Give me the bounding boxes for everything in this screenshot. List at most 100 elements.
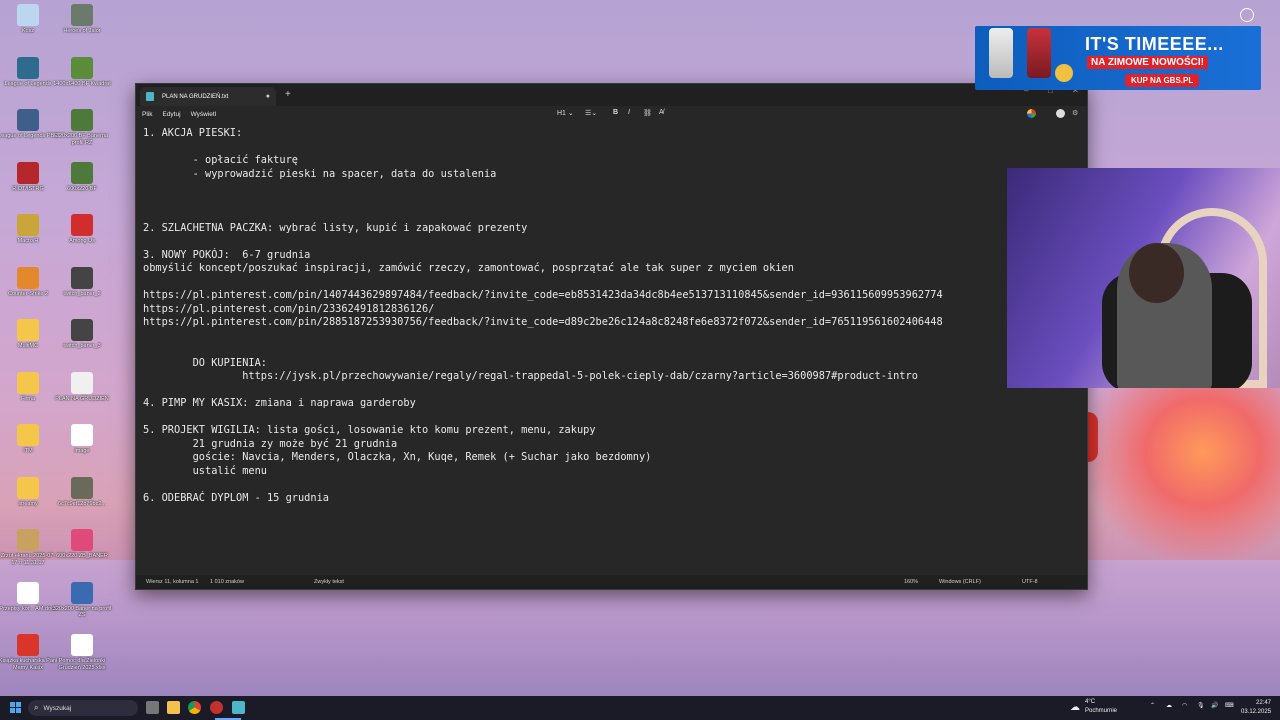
- notepad-icon: [146, 92, 154, 101]
- ad-banner: IT'S TIMEEEE... NA ZIMOWE NOWOŚCI! KUP N…: [975, 26, 1261, 90]
- mic-icon[interactable]: 🎙: [1197, 702, 1205, 709]
- search-icon: ⌕: [34, 703, 39, 712]
- webcam-person-head: [1129, 243, 1184, 303]
- wifi-icon[interactable]: ◠: [1182, 702, 1187, 709]
- desktop-icon[interactable]: streamy: [0, 476, 58, 508]
- desktop-icon[interactable]: Macro/H: [0, 214, 58, 245]
- text-editor[interactable]: 1. AKCJA PIESKI: - opłacić fakturę - wyp…: [136, 123, 1087, 575]
- clock-date[interactable]: 03.12.2025: [1241, 709, 1271, 715]
- status-format: Zwykły tekst: [314, 579, 344, 585]
- status-encoding[interactable]: UTF-8: [1022, 579, 1038, 585]
- desktop-icon-image: [71, 161, 93, 184]
- desktop-icon[interactable]: Przepisy kor... AM.docx: [0, 581, 58, 613]
- link-icon[interactable]: ⛓: [643, 109, 652, 117]
- bold-icon[interactable]: B: [613, 109, 618, 116]
- taskbar: ⌕ Wyszukaj ☁ 4°C Pochmurnie ⌃ ☁ ◠ 🎙 🔊 ⌨ …: [0, 696, 1280, 720]
- weather-desc[interactable]: Pochmurnie: [1085, 708, 1117, 714]
- desktop-icon[interactable]: twitch_baner_3: [52, 319, 112, 350]
- desktop-icon-image: [71, 319, 93, 341]
- obs-icon[interactable]: [210, 701, 223, 714]
- desktop-icon-image: [17, 161, 39, 184]
- desktop-icon[interactable]: 1400x1400 BF Kwadrat: [52, 56, 112, 88]
- settings-icon[interactable]: ⚙: [1072, 109, 1078, 117]
- desktop-icon-image: [17, 109, 39, 131]
- desktop-icon[interactable]: RIOT/ISTRG: [0, 161, 58, 193]
- overlay-icon: [1240, 8, 1254, 22]
- clock-time[interactable]: 22:47: [1256, 700, 1271, 706]
- desktop-icon[interactable]: image: [52, 424, 112, 455]
- desktop-icon-image: [71, 56, 93, 79]
- copilot-icon[interactable]: [1027, 109, 1036, 118]
- desktop-icon[interactable]: 600x220 BF: [52, 161, 112, 193]
- speaker-icon[interactable]: 🔊: [1211, 702, 1218, 709]
- clear-format-icon[interactable]: A̸: [659, 109, 664, 116]
- desktop-icon-image: [17, 319, 39, 341]
- start-button[interactable]: [10, 702, 22, 714]
- desktop-icon-label: 1400x1400 BF Kwadrat: [53, 80, 111, 87]
- desktop-icon[interactable]: MultiMC: [0, 319, 58, 350]
- product-can-icon: [989, 28, 1013, 78]
- language-icon[interactable]: ⌨: [1225, 702, 1234, 709]
- desktop-icon-image: [71, 266, 93, 289]
- desktop-icon[interactable]: Counter-Strike 2: [0, 266, 58, 298]
- notepad-taskbar-icon[interactable]: [232, 701, 245, 714]
- status-position: Wiersz 11, kolumna 1: [146, 579, 199, 585]
- menu-edytuj[interactable]: Edytuj: [162, 111, 180, 118]
- desktop-icon[interactable]: Pomoc dla Zielonki Grudzień 2025.xlsx: [52, 634, 112, 671]
- italic-icon[interactable]: I: [628, 109, 630, 116]
- desktop-icon[interactable]: ITM: [0, 424, 58, 455]
- weather-temp[interactable]: 4°C: [1085, 699, 1095, 705]
- menu-plik[interactable]: Plik: [142, 111, 152, 118]
- desktop-icon[interactable]: Książka kucharska Pani Mamy Kasix: [0, 634, 58, 671]
- chrome-icon[interactable]: [188, 701, 201, 714]
- ad-cta: KUP NA GBS.PL: [1125, 74, 1200, 87]
- desktop-icon-label: League of Legends PBE: [0, 133, 58, 139]
- desktop-icon-label: Macro/H: [17, 238, 39, 244]
- task-view-icon[interactable]: [146, 701, 159, 714]
- desktop-icon-label: 6c7c9ef12b79bc2...: [57, 500, 106, 507]
- chevron-up-icon[interactable]: ⌃: [1150, 702, 1155, 709]
- new-tab-button[interactable]: +: [285, 89, 291, 100]
- tab-plan-na-grudzien[interactable]: PLAN NA GRUDZIEŃ.txt ●: [140, 87, 276, 106]
- desktop-icon[interactable]: League of Legends PBE: [0, 109, 58, 140]
- list-icon[interactable]: ☰⌄: [585, 109, 597, 117]
- desktop-icon[interactable]: 6c7c9ef12b79bc2...: [52, 476, 112, 508]
- menu-wyswietl[interactable]: Wyświetl: [191, 111, 217, 118]
- desktop-icon[interactable]: 320x200 BF Banerna profil RZ: [52, 109, 112, 146]
- title-bar: PLAN NA GRUDZIEŃ.txt ● + – □ ✕: [136, 84, 1087, 106]
- close-tab-icon[interactable]: ●: [266, 93, 270, 100]
- status-line-ending[interactable]: Windows (CRLF): [939, 579, 981, 585]
- account-icon[interactable]: [1056, 109, 1065, 118]
- desktop-icon[interactable]: Among Us: [52, 214, 112, 245]
- editor-content[interactable]: 1. AKCJA PIESKI: - opłacić fakturę - wyp…: [143, 127, 1087, 505]
- desktop-icon[interactable]: Heroes of Jalor: [52, 4, 112, 35]
- desktop-icon[interactable]: Kosz: [0, 4, 58, 35]
- desktop-icon-label: RIOT/ISTRG: [12, 185, 44, 192]
- heading-select[interactable]: H1 ⌄: [557, 109, 574, 117]
- desktop-icon-label: twitch_baner_2: [63, 290, 101, 297]
- file-explorer-icon[interactable]: [167, 701, 180, 714]
- desktop-icon-label: image: [74, 448, 90, 454]
- desktop-icon-image: [71, 581, 93, 604]
- desktop-icon-label: streamy: [18, 500, 38, 507]
- desktop-icon[interactable]: twitch_baner_2: [52, 266, 112, 298]
- desktop-icon[interactable]: Firma: [0, 371, 58, 403]
- desktop-icon[interactable]: 320x200 Baner na profil ZS: [52, 581, 112, 619]
- desktop-icon-label: ITM: [23, 448, 33, 454]
- desktop-icon-image: [71, 476, 93, 499]
- ad-title: IT'S TIMEEEE...: [1085, 34, 1224, 54]
- desktop-icon[interactable]: League of Legends: [0, 56, 58, 88]
- desktop-icon[interactable]: PLAN NA GRUDZIEŃ: [52, 371, 112, 403]
- desktop-icon[interactable]: 600x220 ZB_BANER: [52, 529, 112, 560]
- desktop-icon-label: Among Us: [69, 238, 95, 244]
- status-bar: Wiersz 11, kolumna 1 1 010 znaków Zwykły…: [136, 575, 1087, 589]
- desktop-icon[interactable]: Zrzut ekranu 2025-07-17 o 11.31.17: [0, 529, 58, 566]
- onedrive-icon[interactable]: ☁: [1166, 702, 1172, 709]
- desktop-icon-label: MultiMC: [17, 343, 39, 349]
- heading-select-value: H1: [557, 110, 566, 117]
- taskbar-search[interactable]: ⌕ Wyszukaj: [28, 700, 138, 716]
- status-zoom[interactable]: 160%: [904, 579, 918, 585]
- desktop-icon-image: [17, 214, 39, 236]
- product-can-icon: [1027, 28, 1051, 78]
- desktop-icon-label: Pomoc dla Zielonki Grudzień 2025.xlsx: [58, 658, 106, 671]
